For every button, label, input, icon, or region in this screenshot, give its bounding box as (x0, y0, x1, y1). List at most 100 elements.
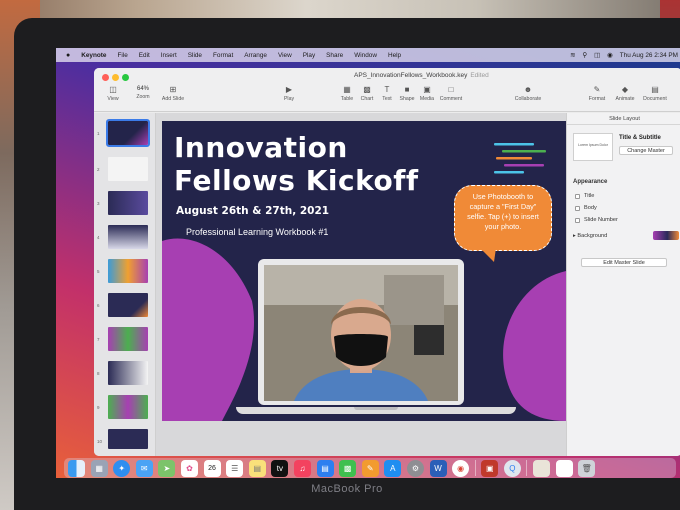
disclosure-triangle-icon[interactable]: ▸ (573, 233, 576, 239)
selfie-photo[interactable] (264, 265, 458, 401)
slide-thumbnail[interactable] (108, 327, 148, 351)
slide-thumbnail[interactable] (108, 293, 148, 317)
control-center-icon[interactable]: ◫ (594, 51, 600, 59)
play-button[interactable]: ▶ Play (274, 85, 304, 102)
current-slide[interactable]: Innovation Fellows Kickoff August 26th &… (162, 121, 566, 421)
slide-thumbnail[interactable] (108, 395, 148, 419)
view-button[interactable]: ◫ View (98, 85, 128, 102)
menu-edit[interactable]: Edit (139, 52, 150, 59)
downloads-stack-icon[interactable] (555, 459, 573, 477)
photos-icon[interactable]: ✿ (180, 459, 198, 477)
slide-thumbnail[interactable] (108, 429, 148, 449)
slide-date[interactable]: August 26th & 27th, 2021 (176, 205, 329, 217)
close-button[interactable] (102, 74, 109, 81)
maps-icon[interactable]: ➤ (158, 459, 176, 477)
menu-slide[interactable]: Slide (188, 52, 202, 59)
menu-file[interactable]: File (117, 52, 127, 59)
app-store-icon[interactable]: A (384, 459, 402, 477)
keynote-icon[interactable]: ▤ (316, 459, 334, 477)
reminders-icon[interactable]: ☰ (226, 459, 244, 477)
slide-navigator: 1 2 3 4 5 6 7 8 9 10 (94, 113, 156, 456)
checkbox-box[interactable] (575, 217, 580, 223)
slide-thumbnail[interactable] (108, 157, 148, 181)
slide-number: 1 (97, 131, 100, 136)
layout-thumbnail[interactable]: Lorem Ipsum Dolor (573, 133, 613, 161)
pages-icon[interactable]: ✎ (361, 459, 379, 477)
wifi-icon[interactable]: ≋ (570, 51, 575, 59)
notes-icon[interactable]: ▤ (248, 459, 266, 477)
menu-view[interactable]: View (278, 52, 292, 59)
numbers-icon[interactable]: ▩ (339, 459, 357, 477)
slide-thumbnail[interactable] (108, 225, 148, 249)
slide-title[interactable]: Innovation Fellows Kickoff (174, 131, 474, 197)
slide-thumbnail[interactable] (108, 259, 148, 283)
checkbox-box[interactable] (575, 193, 580, 199)
photo-booth-icon[interactable]: ▣ (481, 459, 499, 477)
calendar-icon[interactable]: 26 (203, 459, 221, 477)
menu-share[interactable]: Share (326, 52, 343, 59)
launchpad-icon[interactable]: ▦ (90, 459, 108, 477)
document-button[interactable]: ▤ Document (640, 85, 670, 102)
body-checkbox[interactable]: Body (575, 205, 597, 211)
mail-icon[interactable]: ✉ (135, 459, 153, 477)
apple-menu-icon[interactable]: ● (66, 52, 70, 59)
add-slide-button[interactable]: ⊞ Add Slide (158, 85, 188, 102)
decorative-stripes (494, 143, 546, 174)
safari-icon[interactable]: ✦ (113, 459, 131, 477)
minimize-button[interactable] (112, 74, 119, 81)
apple-tv-icon[interactable]: tv (271, 459, 289, 477)
format-button[interactable]: ✎ Format (582, 85, 612, 102)
menu-insert[interactable]: Insert (161, 52, 177, 59)
speech-bubble-tail (480, 248, 496, 262)
animate-button[interactable]: ◆ Animate (610, 85, 640, 102)
background-row[interactable]: ▸ Background (573, 233, 607, 239)
checkbox-box[interactable] (575, 205, 580, 211)
change-master-button[interactable]: Change Master (619, 146, 673, 155)
comment-button[interactable]: □ Comment (436, 85, 466, 102)
slide-thumbnail[interactable] (108, 361, 148, 385)
finder-icon[interactable] (68, 459, 85, 477)
siri-icon[interactable]: ◉ (607, 51, 613, 59)
text-label: Text (382, 96, 392, 102)
slide-number: 7 (97, 337, 100, 342)
collaborate-button[interactable]: ☻ Collaborate (508, 85, 548, 102)
checkbox-label: Slide Number (584, 217, 618, 223)
background-swatch[interactable] (653, 231, 679, 240)
menu-help[interactable]: Help (388, 52, 401, 59)
inspector-header: Slide Layout (567, 113, 680, 125)
slide-thumbnail[interactable] (106, 119, 150, 147)
music-icon[interactable]: ♫ (293, 459, 311, 477)
menu-arrange[interactable]: Arrange (244, 52, 267, 59)
title-checkbox[interactable]: Title (575, 193, 594, 199)
collaborate-label: Collaborate (514, 96, 542, 102)
zoom-button[interactable] (122, 74, 129, 81)
menu-play[interactable]: Play (303, 52, 315, 59)
appearance-heading: Appearance (573, 179, 608, 185)
slide-number: 2 (97, 167, 100, 172)
slide-subtitle[interactable]: Professional Learning Workbook #1 (186, 227, 328, 237)
photobooth-speech-bubble[interactable]: Use Photobooth to capture a "First Day" … (454, 185, 552, 251)
chrome-icon[interactable]: ◉ (452, 459, 470, 477)
quicktime-icon[interactable]: Q (503, 459, 521, 477)
laptop: ● Keynote File Edit Insert Slide Format … (14, 18, 680, 510)
menu-window[interactable]: Window (354, 52, 377, 59)
system-preferences-icon[interactable]: ⚙ (406, 459, 424, 477)
slide-thumbnail[interactable] (108, 191, 148, 215)
format-inspector: Slide Layout Lorem Ipsum Dolor Title & S… (566, 113, 680, 456)
search-icon[interactable]: ⚲ (582, 51, 587, 59)
slide-number-checkbox[interactable]: Slide Number (575, 217, 618, 223)
menu-app-name[interactable]: Keynote (81, 52, 106, 59)
trash-icon[interactable]: 🗑 (578, 459, 596, 477)
background-label: Background (577, 233, 608, 239)
edit-master-slide-button[interactable]: Edit Master Slide (581, 258, 667, 267)
recent-document-icon[interactable] (533, 459, 551, 477)
menu-clock[interactable]: Thu Aug 26 2:34 PM (620, 52, 678, 59)
zoom-value: 64% (136, 86, 149, 92)
word-icon[interactable]: W (429, 459, 447, 477)
menu-format[interactable]: Format (213, 52, 233, 59)
slide-number: 9 (97, 405, 100, 410)
layout-thumbnail-text: Lorem Ipsum Dolor (578, 143, 608, 147)
collaborate-icon: ☻ (523, 85, 533, 94)
zoom-menu[interactable]: 64% Zoom (128, 85, 158, 100)
laptop-image-frame[interactable] (258, 259, 464, 405)
